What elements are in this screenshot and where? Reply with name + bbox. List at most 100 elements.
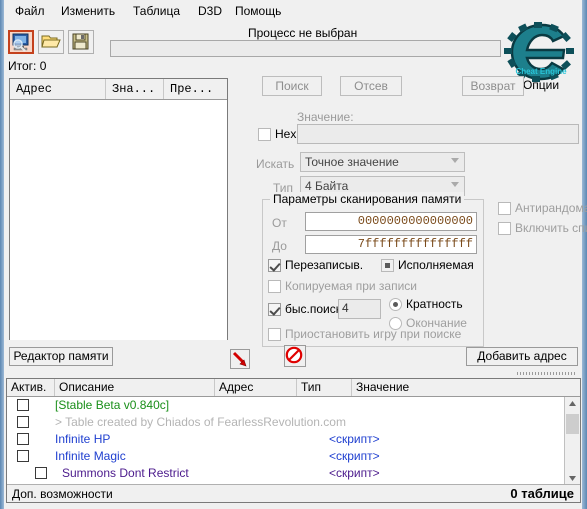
scan-type-select[interactable]: Точное значение — [300, 152, 465, 172]
scan-results-header: Адрес Зна... Пре... — [10, 79, 227, 100]
value-type-value: 4 Байта — [305, 179, 349, 193]
scan-results-body[interactable] — [10, 100, 227, 340]
window-right-border — [582, 0, 587, 509]
cheat-table[interactable]: Актив. Описание Адрес Тип Значение [Stab… — [6, 378, 581, 503]
save-table-button[interactable] — [68, 30, 94, 54]
hex-label: Hex — [275, 127, 297, 141]
chevron-down-icon — [451, 158, 459, 163]
memory-view-button[interactable]: Редактор памяти — [9, 347, 113, 366]
speedhack-checkbox[interactable] — [498, 222, 511, 235]
alignment-radio[interactable] — [389, 298, 402, 311]
pointer-scan-button[interactable] — [230, 349, 250, 369]
scrollbar-thumb[interactable] — [566, 414, 579, 434]
executable-checkbox[interactable] — [381, 259, 394, 272]
row-value: <скрипт> — [329, 432, 380, 446]
red-arrow-icon — [232, 351, 247, 367]
fast-scan-label: быс.поиск — [285, 302, 341, 316]
ct-col-value[interactable]: Значение — [352, 379, 580, 396]
hex-checkbox[interactable] — [258, 128, 271, 141]
menu-bar: Файл Изменить Таблица D3D Помощь — [4, 0, 582, 22]
row-value: <скрипт> — [329, 449, 380, 463]
row-description: Infinite HP — [55, 432, 111, 446]
cheat-table-header: Актив. Описание Адрес Тип Значение — [7, 379, 580, 397]
table-row[interactable]: [Stable Beta v0.840c] — [7, 397, 580, 414]
scan-type-value: Точное значение — [305, 155, 399, 169]
menu-edit[interactable]: Изменить — [56, 3, 120, 19]
menu-file[interactable]: Файл — [10, 3, 50, 19]
fast-scan-checkbox[interactable] — [268, 303, 281, 316]
undo-scan-button[interactable]: Возврат — [462, 76, 524, 96]
unrandomizer-checkbox[interactable] — [498, 202, 511, 215]
row-active-checkbox[interactable] — [17, 433, 29, 445]
fast-scan-value-input[interactable]: 4 — [338, 299, 381, 319]
row-active-checkbox[interactable] — [17, 416, 29, 428]
folder-open-icon — [41, 35, 61, 48]
next-scan-button[interactable]: Отсев — [340, 76, 402, 96]
first-scan-button[interactable]: Поиск — [262, 76, 322, 96]
row-active-checkbox[interactable] — [35, 467, 47, 479]
row-active-checkbox[interactable] — [17, 450, 29, 462]
cheat-table-splitter[interactable] — [6, 371, 581, 377]
menu-d3d[interactable]: D3D — [193, 3, 227, 19]
cheat-engine-logo[interactable]: Cheat Engine — [504, 22, 578, 82]
row-description: Infinite Magic — [55, 449, 126, 463]
table-row[interactable]: Infinite Magic <скрипт> — [7, 448, 580, 465]
results-col-value[interactable]: Зна... — [106, 79, 164, 99]
start-address-input[interactable]: 0000000000000000 — [305, 212, 477, 231]
window-left-border — [0, 0, 4, 509]
ct-col-address[interactable]: Адрес — [215, 379, 297, 396]
open-table-button[interactable] — [38, 30, 64, 54]
alignment-label: Кратность — [406, 297, 463, 311]
pause-game-checkbox[interactable] — [268, 328, 281, 341]
row-description: > Table created by Chiados of FearlessRe… — [55, 415, 346, 429]
results-col-address[interactable]: Адрес — [10, 79, 106, 99]
value-label: Значение: — [297, 110, 354, 124]
scan-results-list[interactable]: Адрес Зна... Пре... — [9, 78, 228, 340]
table-row[interactable]: Summons Dont Restrict <скрипт> — [7, 465, 580, 482]
writable-checkbox[interactable] — [268, 259, 281, 272]
menu-table[interactable]: Таблица — [128, 3, 185, 19]
unrandomizer-label: Антирандомайзер — [515, 201, 587, 215]
stop-scan-button[interactable] — [284, 345, 306, 367]
cheat-engine-gear-e-icon: Cheat Engine — [504, 22, 574, 82]
process-name-field[interactable] — [110, 40, 501, 57]
stop-address-input[interactable]: 7fffffffffffffff — [305, 235, 477, 254]
svg-text:Cheat Engine: Cheat Engine — [515, 67, 567, 76]
results-total-label: Итог: 0 — [8, 59, 47, 73]
row-value: <скрипт> — [329, 466, 380, 480]
cheat-table-body[interactable]: [Stable Beta v0.840c] > Table created by… — [7, 397, 580, 485]
ct-col-active[interactable]: Актив. — [7, 379, 55, 396]
scroll-up-arrow-icon[interactable] — [565, 397, 580, 412]
speedhack-label: Включить спидхак — [515, 221, 587, 235]
ct-col-type[interactable]: Тип — [297, 379, 352, 396]
table-row[interactable]: Infinite HP <скрипт> — [7, 431, 580, 448]
status-table-count: 0 таблице — [510, 486, 574, 501]
row-active-checkbox[interactable] — [17, 399, 29, 411]
start-address-label: От — [272, 216, 287, 230]
memory-scan-options-title: Параметры сканирования памяти — [270, 192, 465, 206]
status-advanced-options[interactable]: Доп. возможности — [12, 487, 113, 501]
ct-col-description[interactable]: Описание — [55, 379, 215, 396]
open-process-button[interactable] — [8, 30, 34, 54]
status-bar: Доп. возможности 0 таблице — [7, 484, 580, 502]
row-description: Summons Dont Restrict — [62, 466, 189, 480]
cheat-engine-window: Файл Изменить Таблица D3D Помощь Процесс… — [0, 0, 587, 509]
stop-address-label: До — [272, 239, 287, 253]
row-description: [Stable Beta v0.840c] — [55, 398, 170, 412]
cheat-table-scrollbar[interactable] — [564, 397, 580, 485]
floppy-save-icon — [72, 33, 89, 50]
scan-type-label: Искать — [256, 157, 295, 171]
process-status-label: Процесс не выбран — [248, 26, 358, 40]
table-row[interactable]: > Table created by Chiados of FearlessRe… — [7, 414, 580, 431]
menu-help[interactable]: Помощь — [230, 3, 286, 19]
writable-label: Перезаписыв. — [285, 258, 364, 272]
no-entry-icon — [285, 346, 303, 364]
pause-game-label: Приостановить игру при поиске — [285, 327, 462, 341]
copy-on-write-checkbox[interactable] — [268, 280, 281, 293]
add-address-button[interactable]: Добавить адрес — [466, 347, 578, 366]
results-col-previous[interactable]: Пре... — [164, 79, 227, 99]
scan-value-input[interactable] — [297, 124, 579, 144]
scroll-down-arrow-icon[interactable] — [565, 470, 580, 485]
executable-label: Исполняемая — [398, 258, 474, 272]
chevron-down-icon — [451, 182, 459, 187]
